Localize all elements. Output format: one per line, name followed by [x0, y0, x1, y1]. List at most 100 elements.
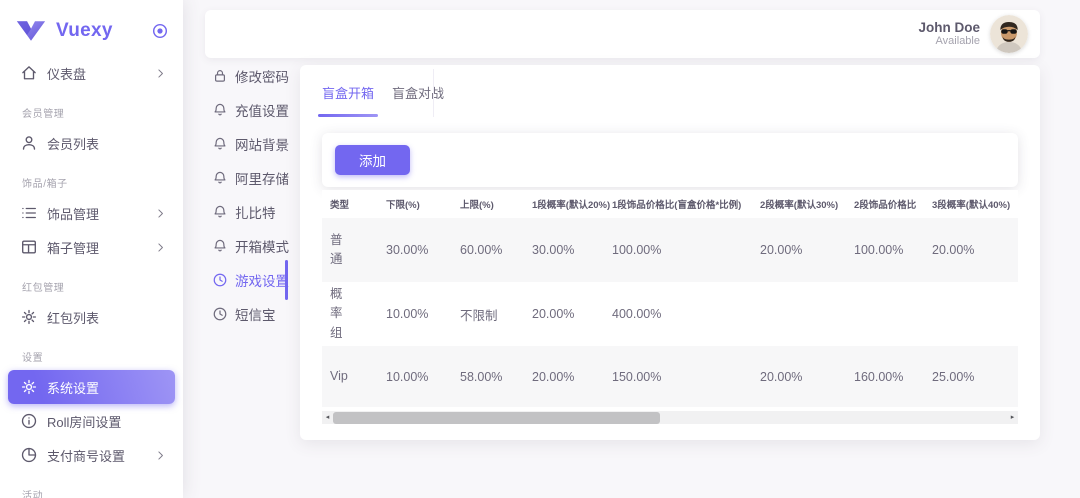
cell-value: 160.00% [846, 346, 924, 407]
scroll-left-arrow-icon[interactable]: ◂ [322, 411, 333, 424]
cell-value: 10.00% [378, 282, 452, 346]
sidebar-item-label: 饰品管理 [47, 204, 154, 223]
sidebar-item-member-list[interactable]: 会员列表 [8, 126, 175, 160]
column-header: 类型 [322, 190, 378, 218]
bell-icon [212, 238, 228, 254]
sidebar-item-box-mgmt[interactable]: 箱子管理 [8, 230, 175, 264]
sidebar-section-member: 会员管理 [0, 108, 183, 122]
sidebar-item-decoration-mgmt[interactable]: 饰品管理 [8, 196, 175, 230]
submenu-item-label: 游戏设置 [235, 270, 289, 290]
sidebar-item-payment-merchant[interactable]: 支付商号设置 [8, 438, 175, 472]
column-header: 2段饰品价格比 [846, 190, 924, 218]
sidebar-item-system-settings[interactable]: 系统设置 [8, 370, 175, 404]
sidebar-item-label: Roll房间设置 [47, 412, 167, 431]
list-icon [20, 204, 38, 222]
cell-value [924, 282, 1018, 346]
sidebar-section-redpacket: 红包管理 [0, 282, 183, 296]
nav-pin-toggle-icon[interactable] [151, 22, 169, 40]
header-bar: John Doe Available [205, 10, 1040, 58]
cell-value [752, 282, 846, 346]
column-header: 2段概率(默认30%) [752, 190, 846, 218]
probability-table: 类型 下限(%) 上限(%) 1段概率(默认20%) 1段饰品价格比(盲盒价格*… [322, 190, 1018, 407]
tab-blindbox-open[interactable]: 盲盒开箱 [318, 65, 378, 120]
submenu-item-label: 修改密码 [235, 66, 289, 86]
sidebar-item-label: 箱子管理 [47, 238, 154, 257]
cell-value: 60.00% [452, 218, 524, 282]
submenu-item-zhabite[interactable]: 扎比特 [202, 195, 286, 229]
tab-label: 盲盒对战 [392, 83, 444, 102]
cell-value: 20.00% [924, 218, 1018, 282]
cell-value: 25.00% [924, 346, 1018, 407]
submenu-item-label: 短信宝 [235, 304, 276, 324]
cell-value: 20.00% [752, 218, 846, 282]
column-header: 3段概率(默认40%) [924, 190, 1018, 218]
table-header-row: 类型 下限(%) 上限(%) 1段概率(默认20%) 1段饰品价格比(盲盒价格*… [322, 190, 1018, 218]
submenu-item-change-password[interactable]: 修改密码 [202, 59, 286, 93]
submenu-item-label: 阿里存储 [235, 168, 289, 188]
main-content-card: 盲盒开箱 盲盒对战 添加 类型 下限(%) 上限(%) 1段概率(默认20%) [300, 65, 1040, 440]
home-icon [20, 64, 38, 82]
submenu-item-label: 扎比特 [235, 202, 276, 222]
lock-icon [212, 68, 228, 84]
brand[interactable]: Vuexy [0, 0, 183, 48]
cell-value: 30.00% [524, 218, 604, 282]
cell-value: 58.00% [452, 346, 524, 407]
cell-value: 20.00% [524, 346, 604, 407]
bell-icon [212, 136, 228, 152]
info-icon [20, 412, 38, 430]
chevron-right-icon [154, 241, 167, 254]
cell-type: 普通 [330, 231, 354, 270]
submenu-item-sms-bao[interactable]: 短信宝 [202, 297, 286, 331]
user-menu[interactable]: John Doe Available [918, 15, 1028, 53]
scroll-right-arrow-icon[interactable]: ▸ [1007, 411, 1018, 424]
chevron-right-icon [154, 67, 167, 80]
horizontal-scrollbar[interactable]: ◂ ▸ [322, 411, 1018, 424]
app-root: Vuexy 仪表盘 会员管理 会员列表 饰品/箱子 饰品管理 [0, 0, 1080, 498]
submenu-item-site-background[interactable]: 网站背景 [202, 127, 286, 161]
column-header: 上限(%) [452, 190, 524, 218]
sidebar-nav: 仪表盘 会员管理 会员列表 饰品/箱子 饰品管理 箱子管理 红包管理 [0, 48, 183, 498]
bell-icon [212, 204, 228, 220]
submenu-item-label: 开箱模式 [235, 236, 289, 256]
tab-bar: 盲盒开箱 盲盒对战 [300, 65, 1040, 120]
cell-value: 10.00% [378, 346, 452, 407]
cell-value: 20.00% [524, 282, 604, 346]
cell-value: 150.00% [604, 346, 752, 407]
sidebar-section-activity: 活动 [0, 490, 183, 498]
sidebar-item-label: 红包列表 [47, 308, 167, 327]
column-header: 1段饰品价格比(盲盒价格*比例) [604, 190, 752, 218]
cell-value: 100.00% [846, 218, 924, 282]
pie-chart-icon [20, 446, 38, 464]
cell-value: 30.00% [378, 218, 452, 282]
scrollbar-thumb[interactable] [333, 412, 660, 424]
sidebar-item-roll-room-settings[interactable]: Roll房间设置 [8, 404, 175, 438]
clock-icon [212, 272, 228, 288]
layout-grid-icon [20, 238, 38, 256]
user-status: Available [918, 35, 980, 48]
chevron-right-icon [154, 207, 167, 220]
submenu-item-label: 网站背景 [235, 134, 289, 154]
clock-icon [212, 306, 228, 322]
cell-value: 不限制 [452, 282, 524, 346]
sidebar-item-redpacket-list[interactable]: 红包列表 [8, 300, 175, 334]
submenu-item-unbox-mode[interactable]: 开箱模式 [202, 229, 286, 263]
bell-icon [212, 102, 228, 118]
add-button[interactable]: 添加 [335, 145, 410, 175]
column-header: 下限(%) [378, 190, 452, 218]
bell-icon [212, 170, 228, 186]
tab-blindbox-battle[interactable]: 盲盒对战 [388, 65, 448, 120]
sidebar-item-label: 仪表盘 [47, 64, 154, 83]
submenu-item-ali-storage[interactable]: 阿里存储 [202, 161, 286, 195]
submenu-item-recharge-settings[interactable]: 充值设置 [202, 93, 286, 127]
avatar[interactable] [990, 15, 1028, 53]
sidebar-item-dashboard[interactable]: 仪表盘 [8, 56, 175, 90]
chevron-right-icon [154, 449, 167, 462]
gear-icon [20, 308, 38, 326]
avatar-image [990, 15, 1028, 53]
sidebar-item-label: 系统设置 [47, 378, 167, 397]
table-row: 概率组 10.00% 不限制 20.00% 400.00% [322, 282, 1018, 346]
table-toolbar: 添加 [322, 133, 1018, 187]
table-row: 普通 30.00% 60.00% 30.00% 100.00% 20.00% 1… [322, 218, 1018, 282]
user-name: John Doe [918, 20, 980, 35]
submenu-item-game-settings[interactable]: 游戏设置 [202, 263, 286, 297]
